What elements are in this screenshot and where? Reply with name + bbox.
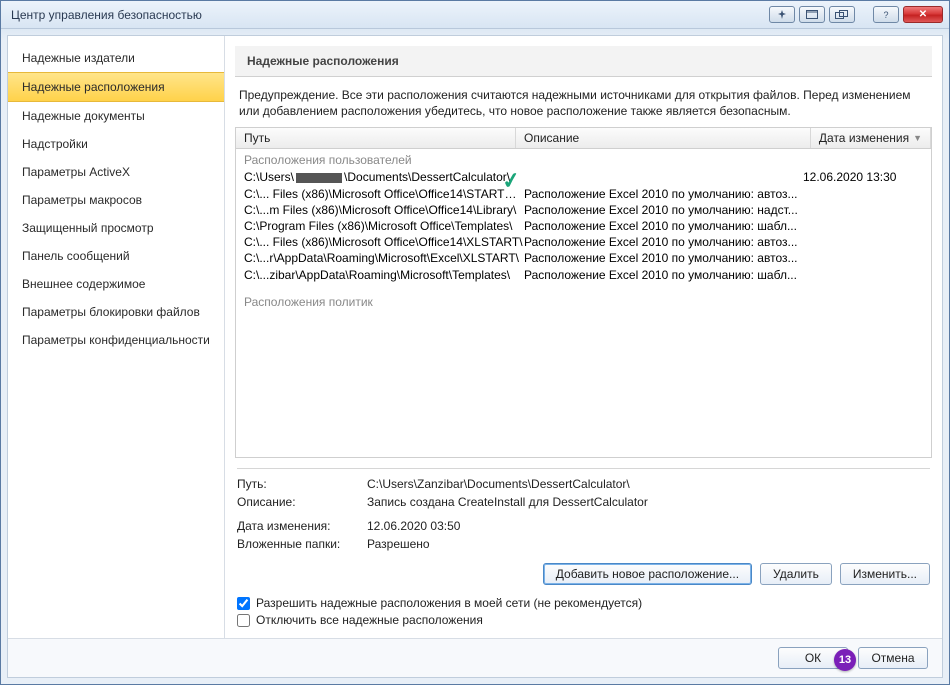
titlebar-pin-icon[interactable]	[769, 6, 795, 23]
detail-sub-value: Разрешено	[367, 535, 930, 553]
details-panel: Путь:C:\Users\Zanzibar\Documents\Dessert…	[237, 468, 930, 553]
redacted	[296, 173, 342, 183]
titlebar-restore-icon[interactable]	[799, 6, 825, 23]
sidebar-item-locations[interactable]: Надежные расположения	[8, 72, 224, 102]
titlebar: Центр управления безопасностью ? ✕	[1, 1, 949, 29]
sidebar-item-message-bar[interactable]: Панель сообщений	[8, 242, 224, 270]
cell-desc: Расположение Excel 2010 по умолчанию: ав…	[524, 186, 803, 202]
sidebar-item-documents[interactable]: Надежные документы	[8, 102, 224, 130]
sidebar-item-protected-view[interactable]: Защищенный просмотр	[8, 214, 224, 242]
cell-path: C:\Users\\Documents\DessertCalculator\	[244, 169, 524, 185]
cell-desc: Расположение Excel 2010 по умолчанию: ша…	[524, 267, 803, 283]
cell-path: C:\...m Files (x86)\Microsoft Office\Off…	[244, 202, 524, 218]
section-header: Надежные расположения	[235, 46, 932, 77]
table-row[interactable]: C:\...r\AppData\Roaming\Microsoft\Excel\…	[236, 250, 931, 266]
cell-date	[803, 202, 923, 218]
close-icon: ✕	[919, 9, 927, 20]
cell-path: C:\...zibar\AppData\Roaming\Microsoft\Te…	[244, 267, 524, 283]
cell-date: 12.06.2020 13:30	[803, 169, 923, 185]
cancel-button[interactable]: Отмена	[858, 647, 928, 669]
col-desc[interactable]: Описание	[516, 128, 811, 148]
sidebar-item-file-block[interactable]: Параметры блокировки файлов	[8, 298, 224, 326]
disable-all-check[interactable]: Отключить все надежные расположения	[237, 613, 930, 627]
detail-date-value: 12.06.2020 03:50	[367, 517, 930, 535]
dialog-footer: ОК Отмена 13	[8, 638, 942, 677]
cell-desc: Расположение Excel 2010 по умолчанию: ав…	[524, 250, 803, 266]
disable-all-checkbox[interactable]	[237, 614, 250, 627]
warning-text: Предупреждение. Все эти расположения счи…	[225, 83, 942, 125]
remove-location-button[interactable]: Удалить	[760, 563, 832, 585]
locations-table: Путь Описание Дата изменения▼ Расположен…	[235, 127, 932, 458]
col-path[interactable]: Путь	[236, 128, 516, 148]
cell-desc: Расположение Excel 2010 по умолчанию: ав…	[524, 234, 803, 250]
table-body: Расположения пользователей ✓ C:\Users\\D…	[236, 149, 931, 457]
location-buttons: Добавить новое расположение... Удалить И…	[237, 563, 930, 585]
table-row[interactable]: C:\...zibar\AppData\Roaming\Microsoft\Te…	[236, 267, 931, 283]
group-policies: Расположения политик	[236, 293, 931, 311]
detail-path-value: C:\Users\Zanzibar\Documents\DessertCalcu…	[367, 475, 930, 493]
cell-date	[803, 218, 923, 234]
cell-path: C:\...r\AppData\Roaming\Microsoft\Excel\…	[244, 250, 524, 266]
sort-indicator-icon: ▼	[913, 133, 922, 143]
cell-path: C:\... Files (x86)\Microsoft Office\Offi…	[244, 186, 524, 202]
sidebar: Надежные издатели Надежные расположения …	[8, 36, 225, 638]
cell-date	[803, 234, 923, 250]
titlebar-help-button[interactable]: ?	[873, 6, 899, 23]
cell-date	[803, 186, 923, 202]
cell-date	[803, 267, 923, 283]
col-date[interactable]: Дата изменения▼	[811, 128, 931, 148]
cell-path: C:\... Files (x86)\Microsoft Office\Offi…	[244, 234, 524, 250]
allow-network-checkbox[interactable]	[237, 597, 250, 610]
titlebar-cascade-icon[interactable]	[829, 6, 855, 23]
allow-network-check[interactable]: Разрешить надежные расположения в моей с…	[237, 596, 930, 610]
table-row[interactable]: C:\... Files (x86)\Microsoft Office\Offi…	[236, 234, 931, 250]
table-row[interactable]: ✓ C:\Users\\Documents\DessertCalculator\…	[236, 169, 931, 185]
columns: Надежные издатели Надежные расположения …	[8, 36, 942, 638]
cell-desc: Расположение Excel 2010 по умолчанию: на…	[524, 202, 803, 218]
dialog-body: Надежные издатели Надежные расположения …	[7, 35, 943, 678]
cell-path: C:\Program Files (x86)\Microsoft Office\…	[244, 218, 524, 234]
table-header: Путь Описание Дата изменения▼	[236, 128, 931, 149]
detail-date-label: Дата изменения:	[237, 517, 367, 535]
sidebar-item-privacy[interactable]: Параметры конфиденциальности	[8, 326, 224, 354]
trust-center-dialog: Центр управления безопасностью ? ✕ Надеж…	[0, 0, 950, 685]
window-title: Центр управления безопасностью	[7, 8, 769, 22]
cell-desc: Расположение Excel 2010 по умолчанию: ша…	[524, 218, 803, 234]
sidebar-item-activex[interactable]: Параметры ActiveX	[8, 158, 224, 186]
options-checks: Разрешить надежные расположения в моей с…	[237, 593, 930, 630]
sidebar-item-macros[interactable]: Параметры макросов	[8, 186, 224, 214]
edit-location-button[interactable]: Изменить...	[840, 563, 930, 585]
annotation-badge: 13	[834, 649, 856, 671]
table-row[interactable]: C:\... Files (x86)\Microsoft Office\Offi…	[236, 186, 931, 202]
detail-sub-label: Вложенные папки:	[237, 535, 367, 553]
cell-desc	[524, 169, 803, 185]
table-row[interactable]: C:\Program Files (x86)\Microsoft Office\…	[236, 218, 931, 234]
titlebar-buttons: ? ✕	[769, 6, 943, 23]
add-location-button[interactable]: Добавить новое расположение...	[543, 563, 752, 585]
sidebar-item-publishers[interactable]: Надежные издатели	[8, 44, 224, 72]
cell-date	[803, 250, 923, 266]
detail-path-label: Путь:	[237, 475, 367, 493]
sidebar-item-addins[interactable]: Надстройки	[8, 130, 224, 158]
table-row[interactable]: C:\...m Files (x86)\Microsoft Office\Off…	[236, 202, 931, 218]
detail-desc-label: Описание:	[237, 493, 367, 511]
titlebar-close-button[interactable]: ✕	[903, 6, 943, 23]
main-panel: Надежные расположения Предупреждение. Вс…	[225, 36, 942, 638]
group-users: Расположения пользователей	[236, 151, 931, 169]
detail-desc-value: Запись создана CreateInstall для Dessert…	[367, 493, 930, 511]
sidebar-item-external-content[interactable]: Внешнее содержимое	[8, 270, 224, 298]
